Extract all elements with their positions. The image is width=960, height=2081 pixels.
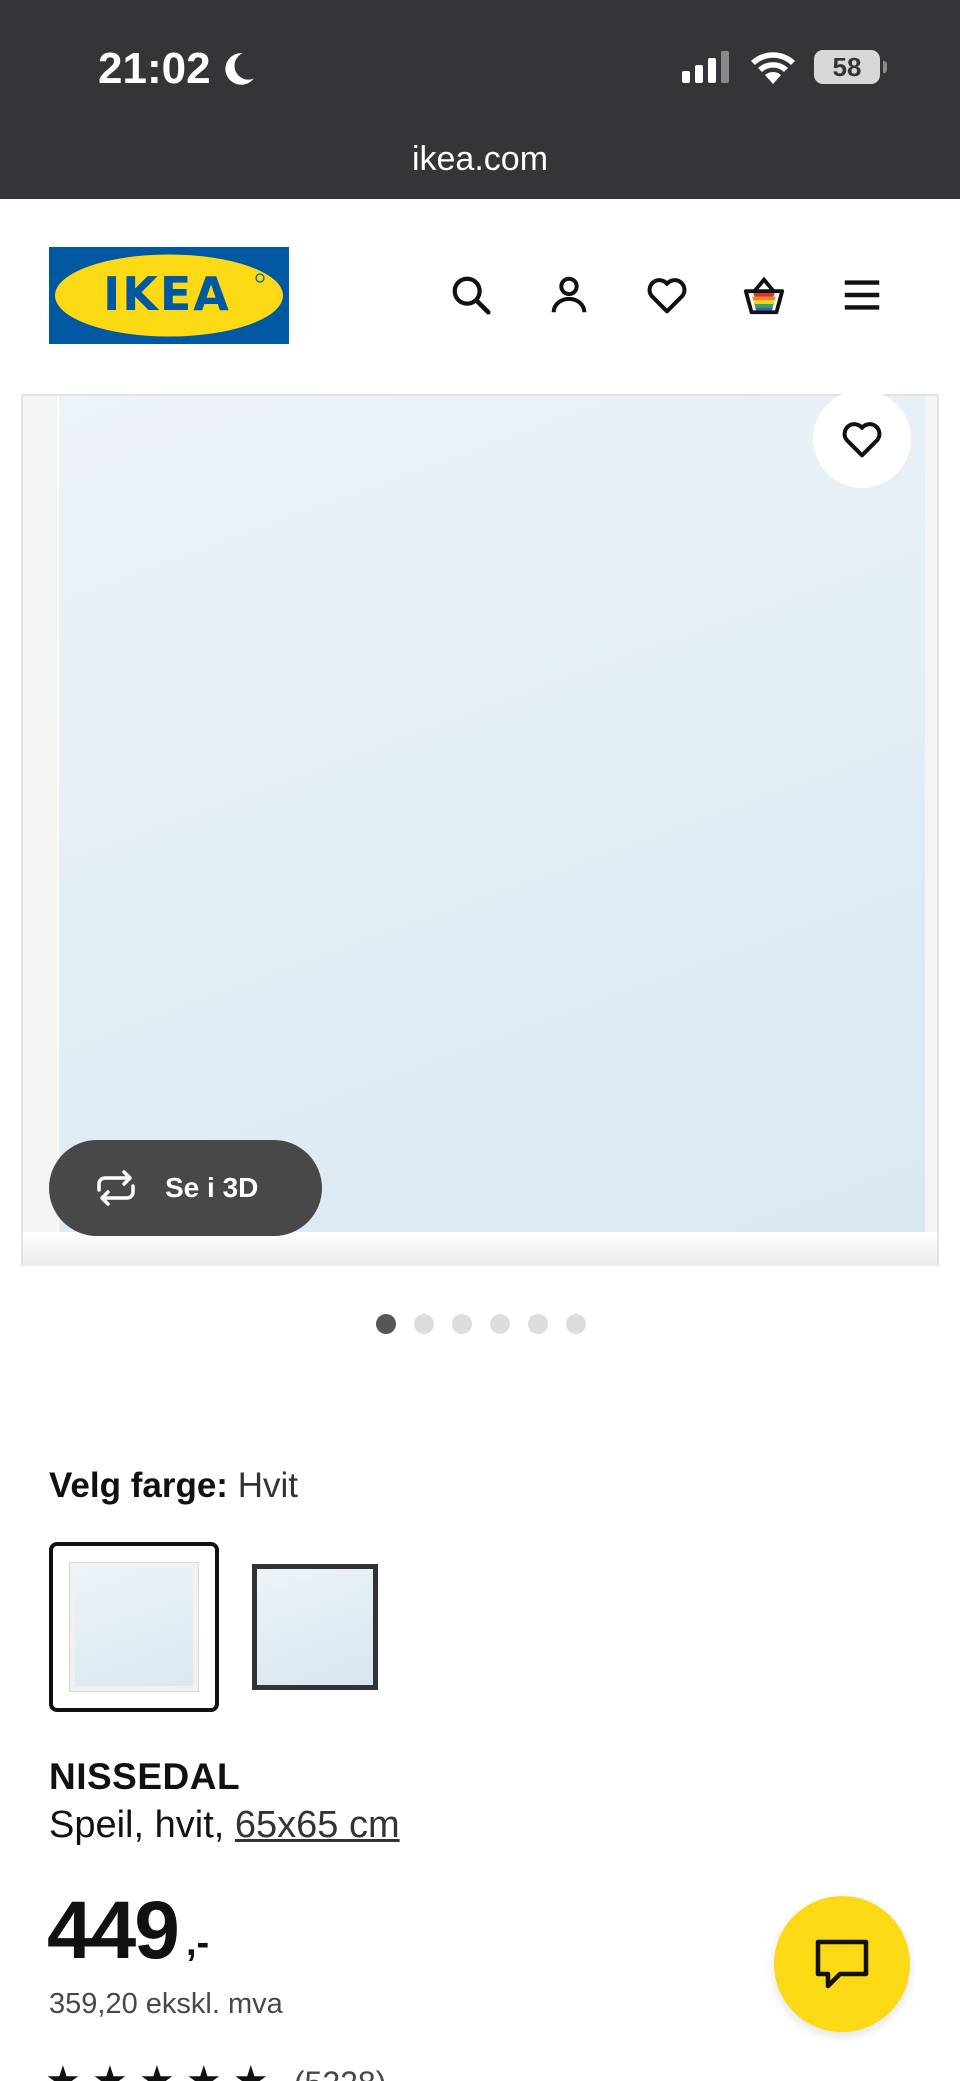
pagination-dot-1[interactable] [375, 1314, 396, 1334]
pagination-dot-4[interactable] [489, 1314, 510, 1334]
color-selector-label: Velg farge: Hvit [49, 1466, 298, 1506]
price-ex-vat: 359,20 ekskl. mva [49, 1988, 283, 2020]
product-size-link[interactable]: 65x65 cm [235, 1804, 400, 1846]
color-label-title: Velg farge: [49, 1466, 228, 1505]
ikea-logo-text: IKEA [103, 267, 231, 321]
product-type: Speil, hvit, [49, 1804, 225, 1846]
color-swatch-black[interactable] [230, 1542, 400, 1712]
swatch-white-image [69, 1562, 199, 1692]
color-label-value: Hvit [237, 1466, 298, 1505]
product-name: NISSEDAL [49, 1756, 241, 1797]
chat-button[interactable] [774, 1896, 910, 2032]
menu-button[interactable] [832, 265, 892, 325]
site-header: IKEA [0, 199, 960, 394]
product-description: Speil, hvit, 65x65 cm [49, 1804, 400, 1847]
rotate-3d-icon [97, 1170, 135, 1206]
status-time: 21:02 [98, 44, 257, 94]
pagination-dot-3[interactable] [451, 1314, 472, 1334]
moon-icon [224, 53, 254, 85]
heart-icon [647, 278, 687, 314]
price-suffix: ,- [186, 1922, 210, 1964]
menu-icon [844, 280, 880, 310]
product-price: 449 [47, 1885, 180, 1976]
status-icons: 58 [682, 50, 887, 84]
chat-icon [815, 1939, 869, 1989]
color-swatch-white[interactable] [49, 1542, 219, 1712]
account-icon [551, 276, 587, 313]
view-3d-label: Se i 3D [165, 1172, 259, 1203]
rating-count: (5228) [294, 2065, 387, 2081]
mirror-glass [57, 396, 925, 1232]
basket-button[interactable] [734, 265, 794, 325]
swatch-black-image [252, 1564, 378, 1690]
account-button[interactable] [539, 265, 599, 325]
mirror-frame-bottom [23, 1232, 937, 1266]
product-image[interactable] [21, 394, 939, 1266]
add-to-favorites-button[interactable] [813, 390, 911, 488]
battery-indicator: 58 [814, 50, 887, 84]
view-3d-button[interactable]: Se i 3D [49, 1140, 322, 1236]
favorites-button[interactable] [637, 265, 697, 325]
ikea-logo[interactable]: IKEA [49, 247, 289, 344]
wifi-icon [751, 52, 795, 84]
rating-stars: ★ ★ ★ ★ ★ [45, 2059, 269, 2081]
pagination-dot-2[interactable] [413, 1314, 434, 1334]
product-rating[interactable]: ★ ★ ★ ★ ★ (5228) [45, 2058, 386, 2081]
search-button[interactable] [441, 265, 501, 325]
signal-icon [682, 51, 729, 83]
basket-icon [743, 276, 785, 315]
heart-icon [842, 422, 882, 458]
product-gallery[interactable]: Se i 3D [0, 390, 960, 1334]
status-time-text: 21:02 [98, 44, 211, 93]
pagination-dot-6[interactable] [565, 1314, 586, 1334]
pagination-dot-5[interactable] [527, 1314, 548, 1334]
browser-chrome: 21:02 58 ikea.com [0, 0, 960, 199]
search-icon [452, 276, 491, 315]
url-bar[interactable]: ikea.com [0, 140, 960, 179]
gallery-pagination [0, 1314, 960, 1334]
